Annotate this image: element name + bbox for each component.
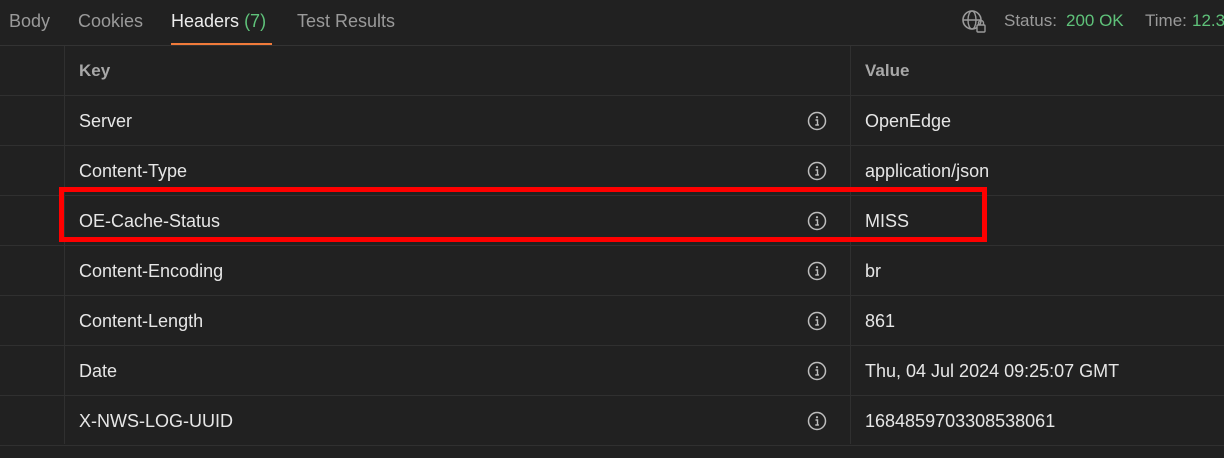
header-key: Content-Encoding [79,261,224,281]
header-value[interactable]: Thu, 04 Jul 2024 09:25:07 GMT [865,346,1119,396]
tab-headers-count: (7) [244,11,267,31]
header-value[interactable]: 1684859703308538061 [865,396,1055,446]
header-value[interactable]: br [865,246,881,296]
response-tabs-bar: Body Cookies Headers (7) Test Results St… [0,0,1224,46]
tab-headers-label: Headers [171,11,240,31]
time-value[interactable]: 12.3 [1192,0,1224,42]
header-key: Content-Length [79,311,204,331]
status-value[interactable]: 200 OK [1066,0,1124,42]
table-row[interactable]: Server OpenEdge [0,96,1224,146]
header-value[interactable]: 861 [865,296,895,346]
info-icon[interactable] [807,161,827,181]
table-row[interactable]: Content-Length 861 [0,296,1224,346]
tab-body[interactable]: Body [9,0,50,45]
info-icon[interactable] [807,311,827,331]
table-row[interactable]: Date Thu, 04 Jul 2024 09:25:07 GMT [0,346,1224,396]
tab-headers[interactable]: Headers (7) [171,0,266,45]
header-key: Date [79,361,118,381]
table-header-row: Key Value [0,46,1224,96]
header-key: Server [79,111,133,131]
info-icon[interactable] [807,111,827,131]
highlight-annotation-box [59,187,987,242]
header-key: X-NWS-LOG-UUID [79,411,233,431]
time-label: Time: [1145,11,1187,30]
status-label: Status: [1004,11,1057,30]
column-header-value: Value [865,61,910,80]
info-icon[interactable] [807,261,827,281]
table-row[interactable]: Content-Encoding br [0,246,1224,296]
network-globe-icon[interactable] [961,9,987,35]
tab-test-results[interactable]: Test Results [297,0,395,45]
tab-cookies[interactable]: Cookies [78,0,143,45]
active-tab-indicator [171,43,272,45]
info-icon[interactable] [807,361,827,381]
header-value[interactable]: OpenEdge [865,96,951,146]
info-icon[interactable] [807,411,827,431]
column-header-key: Key [79,61,111,80]
table-row[interactable]: X-NWS-LOG-UUID 1684859703308538061 [0,396,1224,446]
